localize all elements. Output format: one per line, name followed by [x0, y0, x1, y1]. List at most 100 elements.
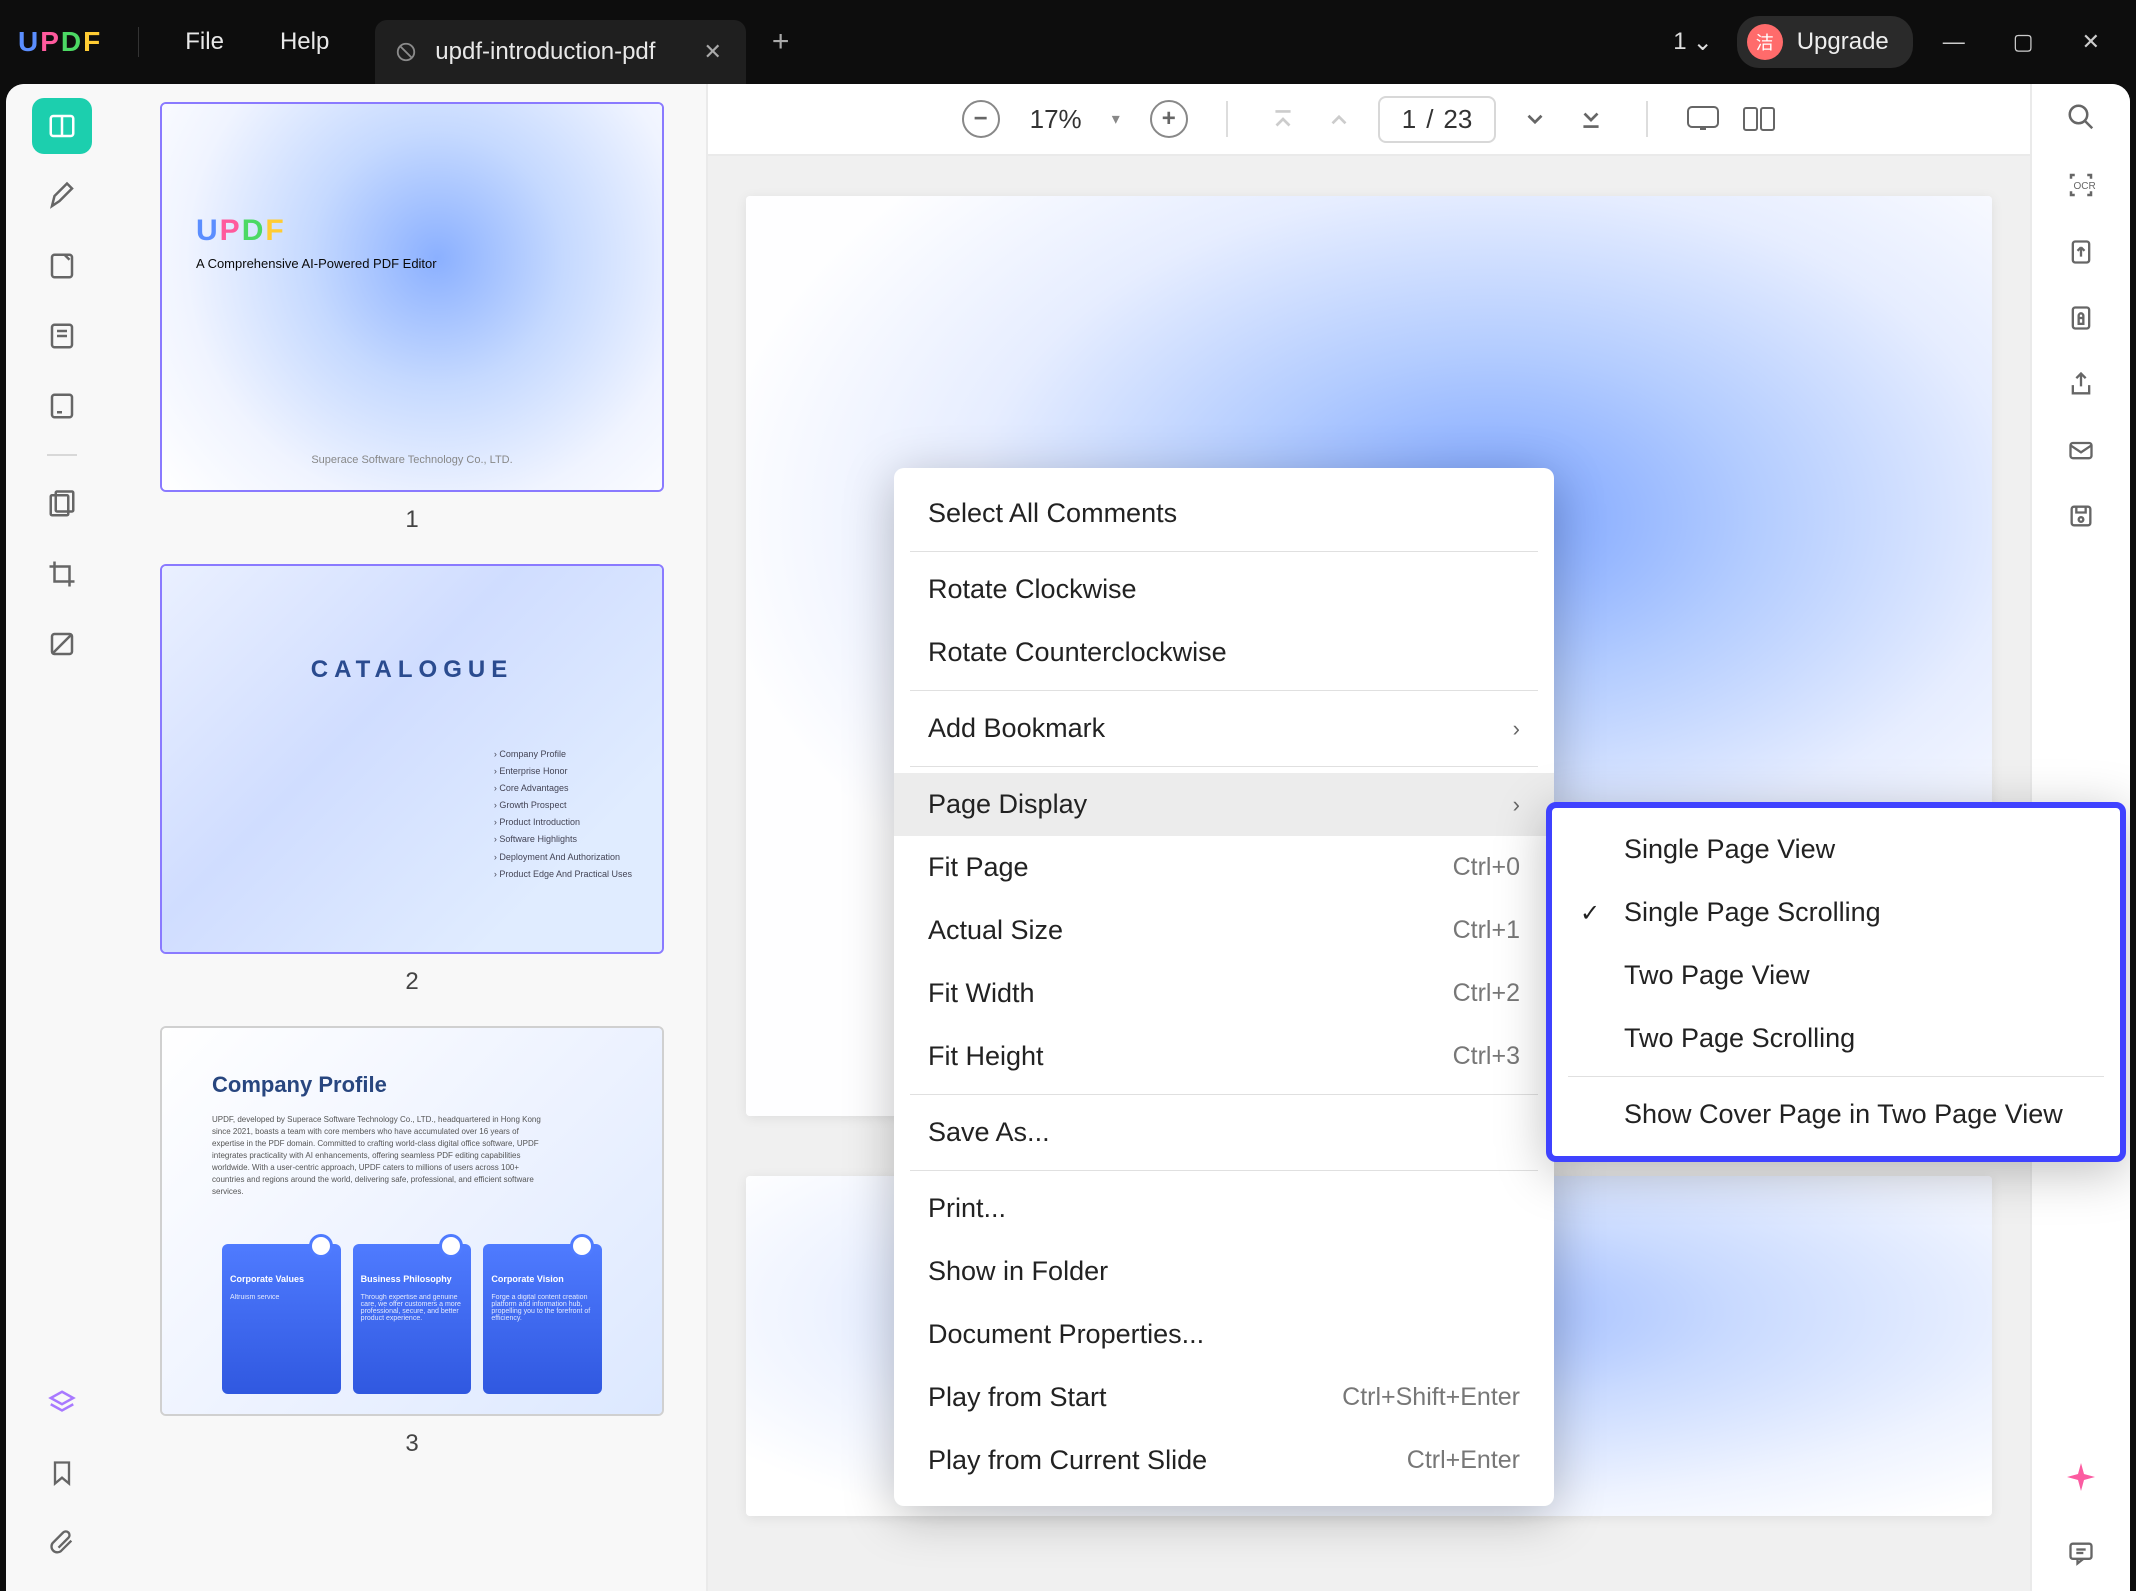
comment-tool[interactable] — [32, 168, 92, 224]
ctx-doc-properties[interactable]: Document Properties... — [894, 1303, 1554, 1366]
document-toolbar: − 17% ▾ + 1 / 23 — [708, 84, 2030, 156]
chevron-down-icon: ⌄ — [1693, 28, 1713, 57]
prev-page-button[interactable] — [1322, 102, 1356, 136]
ai-button[interactable] — [2065, 1461, 2097, 1501]
page-tool[interactable] — [32, 308, 92, 364]
close-window-button[interactable]: ✕ — [2064, 19, 2118, 65]
reader-tool[interactable] — [32, 98, 92, 154]
shortcut: Ctrl+2 — [1453, 979, 1520, 1008]
ctx-actual-size[interactable]: Actual SizeCtrl+1 — [894, 899, 1554, 962]
chevron-right-icon: › — [1513, 792, 1520, 818]
ctx-fit-page[interactable]: Fit PageCtrl+0 — [894, 836, 1554, 899]
thumb3-body: UPDF, developed by Superace Software Tec… — [212, 1114, 552, 1198]
search-button[interactable] — [2066, 102, 2096, 132]
titlebar-right: 1 ⌄ 洁 Upgrade — ▢ ✕ — [1673, 16, 2118, 68]
new-tab-button[interactable]: + — [772, 25, 790, 59]
page-layout-button[interactable] — [1742, 105, 1776, 133]
thumb-number: 3 — [160, 1430, 664, 1458]
crop-tool[interactable] — [32, 546, 92, 602]
upgrade-button[interactable]: 洁 Upgrade — [1737, 16, 1913, 68]
separator — [1226, 101, 1228, 137]
attachment-button[interactable] — [32, 1515, 92, 1571]
ctx-play-from-start[interactable]: Play from StartCtrl+Shift+Enter — [894, 1366, 1554, 1429]
ctx-play-from-current[interactable]: Play from Current SlideCtrl+Enter — [894, 1429, 1554, 1492]
organize-tool[interactable] — [32, 476, 92, 532]
thumbnail-panel: UPDF A Comprehensive AI-Powered PDF Edit… — [118, 84, 708, 1591]
share-button[interactable] — [2067, 370, 2095, 398]
thumbnail-2[interactable]: CATALOGUE › Company Profile › Enterprise… — [160, 564, 664, 996]
chevron-down-icon: ▾ — [1112, 109, 1120, 129]
save-button[interactable] — [2067, 502, 2095, 530]
export-button[interactable] — [2067, 238, 2095, 266]
ctx-rotate-cw[interactable]: Rotate Clockwise — [894, 558, 1554, 621]
ctx-rotate-ccw[interactable]: Rotate Counterclockwise — [894, 621, 1554, 684]
submenu-two-page-view[interactable]: Two Page View — [1552, 944, 2120, 1007]
bookmark-button[interactable] — [32, 1445, 92, 1501]
separator — [1646, 101, 1648, 137]
context-menu: Select All Comments Rotate Clockwise Rot… — [894, 468, 1554, 1506]
ctx-select-all-comments[interactable]: Select All Comments — [894, 482, 1554, 545]
separator — [910, 766, 1538, 767]
first-page-button[interactable] — [1266, 102, 1300, 136]
close-tab-icon[interactable]: ✕ — [703, 39, 721, 65]
chat-button[interactable] — [2067, 1539, 2095, 1567]
tab-count[interactable]: 1 ⌄ — [1673, 28, 1712, 57]
doc-icon — [395, 41, 417, 63]
thumbnail-1[interactable]: UPDF A Comprehensive AI-Powered PDF Edit… — [160, 102, 664, 534]
last-page-button[interactable] — [1574, 102, 1608, 136]
maximize-button[interactable]: ▢ — [1995, 19, 2052, 65]
thumb2-list: › Company Profile › Enterprise Honor › C… — [494, 746, 632, 883]
zoom-out-button[interactable]: − — [962, 100, 1000, 138]
zoom-in-button[interactable]: + — [1150, 100, 1188, 138]
submenu-show-cover-page[interactable]: Show Cover Page in Two Page View — [1552, 1083, 2120, 1146]
ctx-add-bookmark[interactable]: Add Bookmark› — [894, 697, 1554, 760]
thumb1-footer: Superace Software Technology Co., LTD. — [162, 454, 662, 466]
submenu-two-page-scrolling[interactable]: Two Page Scrolling — [1552, 1007, 2120, 1070]
submenu-single-page-view[interactable]: Single Page View — [1552, 818, 2120, 881]
page-sep: / — [1426, 104, 1433, 135]
layers-button[interactable] — [32, 1375, 92, 1431]
divider — [138, 27, 139, 57]
ctx-page-display[interactable]: Page Display› — [894, 773, 1554, 836]
tab-count-value: 1 — [1673, 28, 1686, 56]
edit-tool[interactable] — [32, 238, 92, 294]
ctx-fit-width[interactable]: Fit WidthCtrl+2 — [894, 962, 1554, 1025]
document-tab[interactable]: updf-introduction-pdf ✕ — [375, 20, 746, 84]
email-button[interactable] — [2067, 436, 2095, 464]
thumb1-subtitle: A Comprehensive AI-Powered PDF Editor — [196, 256, 437, 271]
shortcut: Ctrl+Shift+Enter — [1342, 1383, 1520, 1412]
protect-button[interactable] — [2067, 304, 2095, 332]
ctx-save-as[interactable]: Save As... — [894, 1101, 1554, 1164]
zoom-dropdown[interactable]: 17% ▾ — [1030, 104, 1120, 135]
slideshow-button[interactable] — [1686, 105, 1720, 133]
titlebar: UPDF File Help updf-introduction-pdf ✕ +… — [0, 0, 2136, 84]
thumb2-title: CATALOGUE — [162, 656, 662, 684]
page-current: 1 — [1402, 104, 1416, 135]
page-input[interactable]: 1 / 23 — [1378, 96, 1497, 143]
redact-tool[interactable] — [32, 616, 92, 672]
app-logo: UPDF — [18, 26, 100, 58]
thumbnail-3[interactable]: Company Profile UPDF, developed by Super… — [160, 1026, 664, 1458]
thumb-number: 1 — [160, 506, 664, 534]
minimize-button[interactable]: — — [1925, 19, 1983, 65]
next-page-button[interactable] — [1518, 102, 1552, 136]
ctx-print[interactable]: Print... — [894, 1177, 1554, 1240]
submenu-single-page-scrolling[interactable]: ✓Single Page Scrolling — [1552, 881, 2120, 944]
upgrade-label: Upgrade — [1797, 28, 1889, 56]
tab-title: updf-introduction-pdf — [435, 38, 655, 66]
check-icon: ✓ — [1580, 899, 1600, 928]
separator — [910, 690, 1538, 691]
ctx-fit-height[interactable]: Fit HeightCtrl+3 — [894, 1025, 1554, 1088]
menu-file[interactable]: File — [157, 18, 252, 66]
zoom-value: 17% — [1030, 104, 1082, 135]
menu-help[interactable]: Help — [252, 18, 357, 66]
form-tool[interactable] — [32, 378, 92, 434]
svg-text:OCR: OCR — [2074, 181, 2096, 192]
separator — [910, 1170, 1538, 1171]
page-display-submenu: Single Page View ✓Single Page Scrolling … — [1546, 802, 2126, 1162]
ocr-button[interactable]: OCR — [2066, 170, 2096, 200]
separator — [910, 551, 1538, 552]
ctx-show-in-folder[interactable]: Show in Folder — [894, 1240, 1554, 1303]
separator — [910, 1094, 1538, 1095]
shortcut: Ctrl+0 — [1453, 853, 1520, 882]
